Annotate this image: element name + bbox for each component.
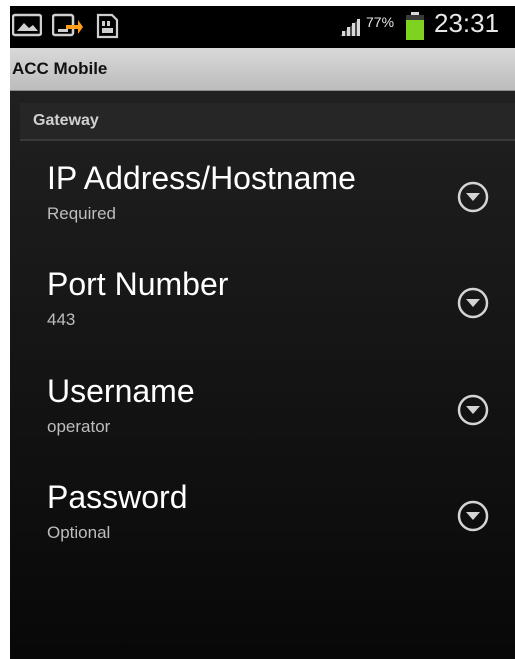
app-title: ACC Mobile — [12, 59, 108, 78]
battery-icon — [406, 12, 424, 40]
screen-share-icon — [52, 13, 83, 37]
preference-screen: Gateway IP Address/Hostname Required Por… — [10, 91, 515, 659]
section-header: Gateway — [20, 103, 515, 141]
pref-title: Password — [47, 479, 188, 515]
pref-summary: operator — [47, 417, 111, 436]
title-bar: ACC Mobile — [10, 48, 515, 91]
section-header-label: Gateway — [33, 112, 99, 129]
pref-item-port-number[interactable]: Port Number 443 — [10, 266, 515, 372]
pref-summary: Optional — [47, 523, 111, 542]
pref-title: Username — [47, 373, 195, 409]
chevron-down-circle-icon — [457, 394, 489, 426]
pref-item-ip-address[interactable]: IP Address/Hostname Required — [10, 160, 515, 266]
signal-icon — [340, 18, 360, 36]
gallery-icon — [12, 13, 42, 37]
status-bar: 77% 23:31 — [10, 6, 515, 44]
chevron-down-circle-icon — [457, 287, 489, 319]
battery-percent: 77% — [366, 14, 395, 30]
pref-title: Port Number — [47, 266, 229, 302]
phone-screen: 77% 23:31 ACC Mobile Gateway IP Address/… — [10, 6, 515, 659]
pref-item-username[interactable]: Username operator — [10, 373, 515, 479]
status-time: 23:31 — [434, 8, 500, 38]
pref-item-password[interactable]: Password Optional — [10, 479, 515, 585]
chevron-down-circle-icon — [457, 181, 489, 213]
chevron-down-circle-icon — [457, 500, 489, 532]
pref-summary: Required — [47, 204, 116, 223]
pref-summary: 443 — [47, 310, 76, 329]
pref-title: IP Address/Hostname — [47, 160, 356, 196]
sd-card-icon — [96, 13, 119, 39]
